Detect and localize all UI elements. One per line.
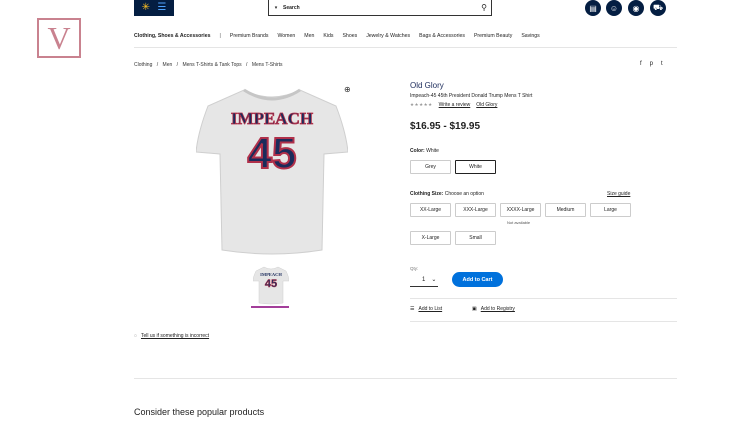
report-issue-link[interactable]: Tell us if something is incorrect: [141, 333, 209, 339]
chevron-down-icon: ⌄: [431, 277, 437, 283]
size-value: Choose an option: [444, 191, 484, 197]
department-dropdown-icon[interactable]: ▾: [269, 5, 283, 11]
breadcrumb-separator: /: [246, 62, 248, 68]
product-title: Impeach-45 45th President Donald Trump M…: [410, 93, 533, 99]
menu-icon[interactable]: ☰: [157, 3, 166, 13]
social-share: f p t: [640, 61, 663, 67]
location-icon[interactable]: ◉: [628, 0, 644, 16]
cart-icon[interactable]: ⛟: [650, 0, 666, 16]
spark-icon: ✳: [141, 2, 151, 13]
breadcrumb-separator: /: [156, 62, 159, 68]
brand-name[interactable]: Old Glory: [410, 81, 444, 90]
size-option-medium[interactable]: Medium: [545, 203, 586, 217]
category-nav-item[interactable]: Shoes: [342, 33, 357, 39]
size-option-large[interactable]: Large: [590, 203, 631, 217]
add-to-list-link[interactable]: Add to List: [418, 306, 442, 312]
product-thumbnail[interactable]: IMPEACH 45: [253, 265, 289, 305]
list-icon: ☰: [410, 306, 415, 312]
quantity-select[interactable]: 1 ⌄: [410, 273, 438, 287]
watermark-logo: V: [37, 18, 81, 58]
search-bar[interactable]: ▾ Search ⚲: [268, 0, 492, 16]
search-input[interactable]: Search: [283, 5, 477, 11]
divider: [134, 378, 677, 379]
category-nav-item[interactable]: Women: [278, 33, 296, 39]
brand-link[interactable]: Old Glory: [476, 102, 497, 108]
review-row: ★★★★★ Write a review Old Glory: [410, 102, 497, 108]
divider: [134, 47, 677, 48]
add-to-cart-button[interactable]: Add to Cart: [452, 272, 503, 287]
size-option-small[interactable]: Small: [455, 231, 496, 245]
account-icon[interactable]: ☺: [606, 0, 622, 16]
facebook-icon[interactable]: f: [640, 61, 642, 67]
thumbnail-selected-indicator: [251, 306, 289, 308]
color-option-grey[interactable]: Grey: [410, 160, 451, 174]
product-image[interactable]: IMPEACH 45: [196, 82, 348, 258]
category-nav: Clothing, Shoes & Accessories | Premium …: [134, 33, 549, 39]
size-label-title: Clothing Size:: [410, 191, 444, 197]
category-separator: |: [219, 33, 221, 39]
size-option-xxxx-large[interactable]: XXXX-Large: [500, 203, 541, 217]
add-to-registry[interactable]: ▣ Add to Registry: [472, 306, 515, 312]
not-available-text: Not available: [507, 220, 531, 225]
color-value: White: [426, 148, 439, 154]
walmart-logo[interactable]: ✳ ☰: [134, 0, 174, 16]
size-option-xxx-large[interactable]: XXX-Large: [455, 203, 496, 217]
add-to-list[interactable]: ☰ Add to List: [410, 306, 442, 312]
rating-stars: ★★★★★: [410, 102, 433, 107]
report-issue[interactable]: ◌ Tell us if something is incorrect: [134, 333, 209, 339]
breadcrumb: Clothing / Men / Mens T-Shirts & Tank To…: [134, 62, 286, 68]
size-label: Clothing Size: Choose an option: [410, 191, 484, 197]
size-guide-link[interactable]: Size guide: [607, 191, 630, 197]
thumb-text-line1: IMPEACH: [260, 272, 282, 277]
divider: [410, 298, 677, 299]
category-nav-title[interactable]: Clothing, Shoes & Accessories: [134, 33, 211, 39]
reorder-icon[interactable]: ▤: [585, 0, 601, 16]
size-option-xx-large[interactable]: XX-Large: [410, 203, 451, 217]
color-label-title: Color:: [410, 148, 425, 154]
price: $16.95 - $19.95: [410, 121, 481, 132]
popular-products-heading: Consider these popular products: [134, 407, 265, 417]
category-nav-item[interactable]: Men: [304, 33, 314, 39]
category-nav-item[interactable]: Kids: [323, 33, 333, 39]
category-nav-item[interactable]: Premium Beauty: [474, 33, 512, 39]
gift-icon: ▣: [472, 306, 477, 312]
breadcrumb-link[interactable]: Mens T-Shirts: [252, 62, 283, 68]
color-option-white[interactable]: White: [455, 160, 496, 174]
shirt-text-line2: 45: [248, 129, 297, 178]
category-nav-item[interactable]: Bags & Accessories: [419, 33, 465, 39]
qty-label: Qty:: [410, 266, 419, 271]
thumb-text-line2: 45: [265, 278, 277, 290]
shirt-text-line1: IMPEACH: [231, 109, 313, 128]
pinterest-icon[interactable]: p: [650, 61, 653, 67]
category-nav-item[interactable]: Jewelry & Watches: [366, 33, 410, 39]
breadcrumb-link[interactable]: Men: [163, 62, 173, 68]
size-option-x-large[interactable]: X-Large: [410, 231, 451, 245]
search-icon[interactable]: ⚲: [477, 3, 491, 12]
breadcrumb-link[interactable]: Clothing: [134, 62, 152, 68]
color-label: Color: White: [410, 148, 439, 154]
speech-bubble-icon: ◌: [134, 333, 137, 339]
qty-value: 1: [422, 276, 426, 283]
breadcrumb-separator: /: [176, 62, 179, 68]
divider: [410, 321, 677, 322]
breadcrumb-link[interactable]: Mens T-Shirts & Tank Tops: [182, 62, 241, 68]
category-nav-item[interactable]: Premium Brands: [230, 33, 269, 39]
top-bar: ✳ ☰ ▾ Search ⚲ ▤ ☺ ◉ ⛟: [0, 0, 750, 18]
write-review-link[interactable]: Write a review: [439, 102, 471, 108]
twitter-icon[interactable]: t: [661, 61, 663, 67]
category-nav-item[interactable]: Savings: [521, 33, 539, 39]
add-to-registry-link[interactable]: Add to Registry: [481, 306, 515, 312]
